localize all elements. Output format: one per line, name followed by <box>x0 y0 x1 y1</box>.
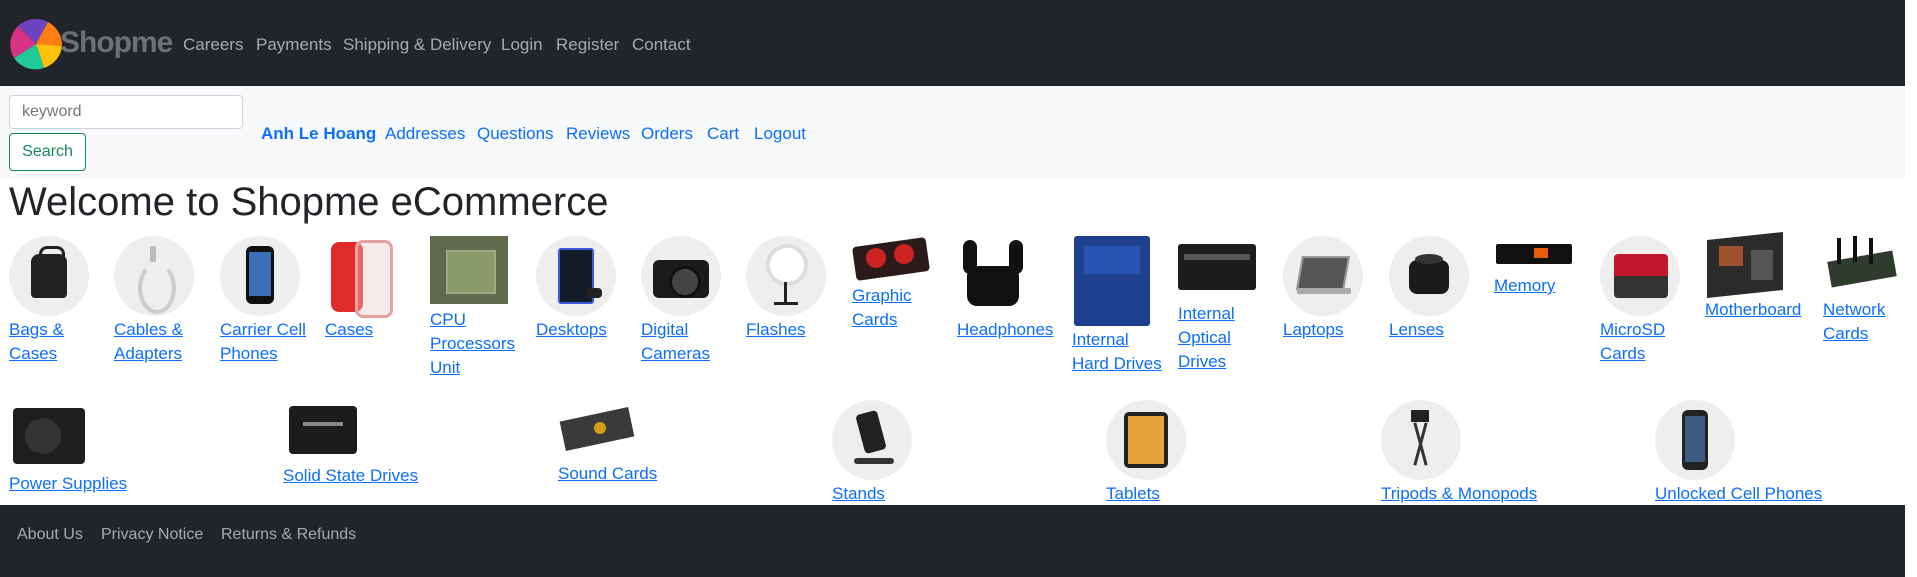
category-bags-cases[interactable]: Bags & Cases <box>9 236 104 366</box>
category-label[interactable]: Solid State Drives <box>283 464 463 488</box>
tablet-icon[interactable] <box>1106 400 1186 480</box>
category-desktops[interactable]: Desktops <box>536 236 631 342</box>
hard-drive-icon[interactable] <box>1072 236 1152 326</box>
category-power-supplies[interactable]: Power Supplies <box>9 400 189 496</box>
category-stands[interactable]: Stands <box>832 400 1012 506</box>
tripod-icon[interactable] <box>1381 400 1461 480</box>
nav-link-payments[interactable]: Payments <box>256 35 332 55</box>
footer-link-returns-refunds[interactable]: Returns & Refunds <box>221 526 356 544</box>
earbuds-icon[interactable] <box>957 236 1037 316</box>
power-supply-icon[interactable] <box>9 400 89 470</box>
category-sound-cards[interactable]: Sound Cards <box>558 400 738 486</box>
page-title: Welcome to Shopme eCommerce <box>9 180 609 224</box>
cable-icon[interactable] <box>114 236 194 316</box>
category-digital-cameras[interactable]: Digital Cameras <box>641 236 736 366</box>
network-card-icon[interactable] <box>1823 236 1903 296</box>
nav-link-register[interactable]: Register <box>556 35 619 55</box>
search-input[interactable] <box>9 95 243 129</box>
sd-card-icon[interactable] <box>1600 236 1680 316</box>
laptop-icon[interactable] <box>1283 236 1363 316</box>
nav-link-careers[interactable]: Careers <box>183 35 243 55</box>
category-label[interactable]: Bags & Cases <box>9 318 104 366</box>
footer-link-about-us[interactable]: About Us <box>17 526 83 544</box>
category-label[interactable]: Internal Optical Drives <box>1178 302 1273 374</box>
category-cpu-processors[interactable]: CPU Processors Unit <box>430 236 525 380</box>
category-cables-adapters[interactable]: Cables & Adapters <box>114 236 209 366</box>
motherboard-icon[interactable] <box>1705 232 1785 298</box>
camera-icon[interactable] <box>641 236 721 316</box>
category-label[interactable]: Power Supplies <box>9 472 189 496</box>
category-label[interactable]: Tripods & Monopods <box>1381 482 1561 506</box>
nav-link-contact[interactable]: Contact <box>632 35 691 55</box>
category-label[interactable]: Stands <box>832 482 1012 506</box>
category-label[interactable]: Network Cards <box>1823 298 1917 346</box>
category-motherboard[interactable]: Motherboard <box>1705 232 1801 322</box>
orders-link[interactable]: Orders <box>641 124 693 144</box>
category-label[interactable]: Desktops <box>536 318 631 342</box>
cpu-icon[interactable] <box>430 236 510 306</box>
category-label[interactable]: Unlocked Cell Phones <box>1655 482 1835 506</box>
category-label[interactable]: Motherboard <box>1705 298 1801 322</box>
category-internal-optical-drives[interactable]: Internal Optical Drives <box>1178 236 1273 374</box>
cart-link[interactable]: Cart <box>707 124 739 144</box>
sound-card-icon[interactable] <box>558 400 638 460</box>
category-flashes[interactable]: Flashes <box>746 236 841 342</box>
category-unlocked-cell-phones[interactable]: Unlocked Cell Phones <box>1655 400 1835 506</box>
category-label[interactable]: Sound Cards <box>558 462 738 486</box>
nav-link-shipping[interactable]: Shipping & Delivery <box>343 35 491 55</box>
category-cases[interactable]: Cases <box>325 236 420 342</box>
brand-name[interactable]: Shopme <box>60 26 173 60</box>
ring-light-icon[interactable] <box>746 236 826 316</box>
phone-icon[interactable] <box>220 236 300 316</box>
category-label[interactable]: Graphic Cards <box>852 284 947 332</box>
ssd-icon[interactable] <box>283 400 363 462</box>
category-label[interactable]: Carrier Cell Phones <box>220 318 315 366</box>
category-network-cards[interactable]: Network Cards <box>1823 236 1917 346</box>
search-button[interactable]: Search <box>9 133 86 171</box>
addresses-link[interactable]: Addresses <box>385 124 465 144</box>
category-tablets[interactable]: Tablets <box>1106 400 1286 506</box>
stand-icon[interactable] <box>832 400 912 480</box>
memory-icon[interactable] <box>1494 236 1574 272</box>
category-label[interactable]: Laptops <box>1283 318 1378 342</box>
user-name-link[interactable]: Anh Le Hoang <box>261 124 376 144</box>
category-label[interactable]: Cables & Adapters <box>114 318 209 366</box>
category-label[interactable]: Lenses <box>1389 318 1484 342</box>
optical-drive-icon[interactable] <box>1178 236 1258 300</box>
category-internal-hard-drives[interactable]: Internal Hard Drives <box>1072 236 1167 376</box>
category-carrier-cell-phones[interactable]: Carrier Cell Phones <box>220 236 315 366</box>
category-tripods-monopods[interactable]: Tripods & Monopods <box>1381 400 1561 506</box>
footer-link-privacy-notice[interactable]: Privacy Notice <box>101 526 203 544</box>
category-lenses[interactable]: Lenses <box>1389 236 1484 342</box>
category-label[interactable]: Internal Hard Drives <box>1072 328 1167 376</box>
category-label[interactable]: Memory <box>1494 274 1589 298</box>
category-label[interactable]: Tablets <box>1106 482 1286 506</box>
category-solid-state-drives[interactable]: Solid State Drives <box>283 400 463 488</box>
category-microsd-cards[interactable]: MicroSD Cards <box>1600 236 1695 366</box>
lens-icon[interactable] <box>1389 236 1469 316</box>
smartphone-icon[interactable] <box>1655 400 1735 480</box>
category-label[interactable]: Headphones <box>957 318 1053 342</box>
graphics-card-icon[interactable] <box>851 236 932 282</box>
category-label[interactable]: Cases <box>325 318 420 342</box>
category-graphic-cards[interactable]: Graphic Cards <box>851 236 947 332</box>
questions-link[interactable]: Questions <box>477 124 554 144</box>
category-label[interactable]: CPU Processors Unit <box>430 308 525 380</box>
category-label[interactable]: MicroSD Cards <box>1600 318 1695 366</box>
bag-icon[interactable] <box>9 236 89 316</box>
reviews-link[interactable]: Reviews <box>566 124 630 144</box>
desktop-icon[interactable] <box>536 236 616 316</box>
category-headphones[interactable]: Headphones <box>957 236 1053 342</box>
logout-link[interactable]: Logout <box>754 124 806 144</box>
category-laptops[interactable]: Laptops <box>1283 236 1378 342</box>
phone-case-icon[interactable] <box>325 236 405 318</box>
category-memory[interactable]: Memory <box>1494 236 1589 298</box>
category-label[interactable]: Flashes <box>746 318 841 342</box>
shopme-logo-icon[interactable] <box>8 18 64 70</box>
nav-link-login[interactable]: Login <box>501 35 543 55</box>
category-label[interactable]: Digital Cameras <box>641 318 736 366</box>
